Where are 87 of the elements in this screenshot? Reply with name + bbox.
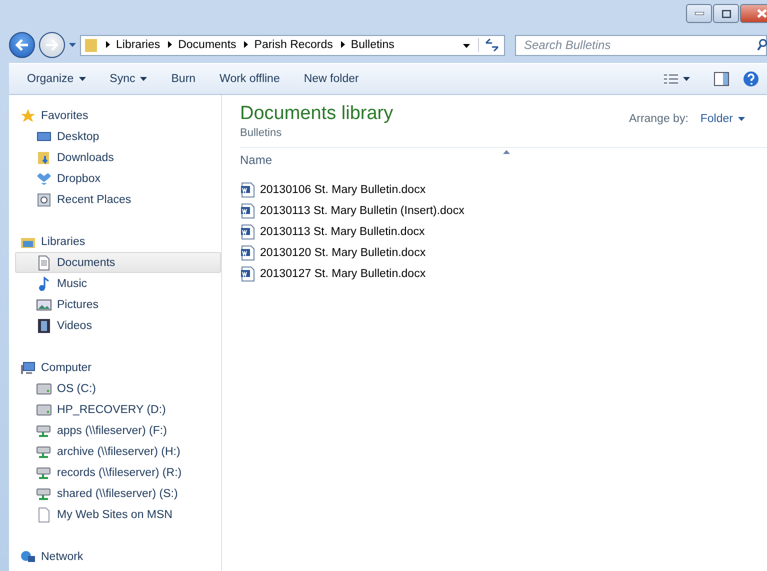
drive-icon <box>36 380 52 396</box>
maximize-icon <box>722 10 730 18</box>
dropbox-icon <box>36 170 52 186</box>
document-icon <box>240 266 256 282</box>
toolbar-button[interactable]: New folder <box>294 70 369 88</box>
sidebar-item[interactable]: archive (\\fileserver) (H:) <box>15 441 221 462</box>
sort-arrow-icon <box>503 150 510 154</box>
drive-icon <box>36 402 52 418</box>
sidebar-group[interactable]: Favorites <box>41 110 88 122</box>
network-icon <box>20 548 36 564</box>
chevron-icon <box>340 41 345 48</box>
column-header[interactable]: Name <box>240 153 272 167</box>
caret-icon <box>69 43 76 47</box>
sidebar-item[interactable]: Videos <box>15 315 221 336</box>
minimize-icon <box>694 12 704 15</box>
document-icon <box>240 202 256 218</box>
sidebar-item[interactable]: Pictures <box>15 294 221 315</box>
refresh-icon[interactable] <box>478 38 500 52</box>
caret-icon <box>738 117 745 121</box>
folder-icon <box>36 150 52 166</box>
document-icon <box>240 182 256 198</box>
sidebar-item[interactable]: Desktop <box>15 126 221 147</box>
star-icon <box>20 108 36 124</box>
network-drive-icon <box>36 464 52 480</box>
help-icon[interactable] <box>743 71 759 87</box>
search-field[interactable]: Search Bulletins <box>515 34 767 56</box>
breadcrumb[interactable]: Libraries <box>116 39 160 51</box>
folder-icon <box>84 37 98 53</box>
sidebar-item[interactable]: shared (\\fileserver) (S:) <box>15 483 221 504</box>
toolbar-button[interactable]: Sync <box>100 70 158 88</box>
back-button[interactable] <box>9 32 35 58</box>
forward-button[interactable] <box>39 32 65 58</box>
sidebar-item[interactable]: Recent Places <box>15 189 221 210</box>
breadcrumb[interactable]: Parish Records <box>254 39 333 51</box>
file-item[interactable]: 20130113 St. Mary Bulletin (Insert).docx <box>240 200 767 221</box>
sidebar-item[interactable]: OS (C:) <box>15 378 221 399</box>
network-drive-icon <box>36 486 52 502</box>
document-icon <box>240 224 256 240</box>
close-icon <box>756 9 766 18</box>
film-icon <box>36 318 52 334</box>
breadcrumb[interactable]: Documents <box>178 39 236 51</box>
caret-icon <box>140 77 148 81</box>
sidebar-item[interactable]: Music <box>15 273 221 294</box>
toolbar-button[interactable]: Burn <box>161 70 206 88</box>
toolbar-button[interactable]: Work offline <box>210 70 290 88</box>
minimize-button[interactable] <box>686 4 712 23</box>
sidebar-item[interactable]: Documents <box>15 252 221 273</box>
page-icon <box>36 506 52 522</box>
chevron-icon <box>244 41 248 48</box>
sidebar-group[interactable]: Computer <box>41 362 92 374</box>
network-drive-icon <box>36 422 52 438</box>
breadcrumb[interactable]: Bulletins <box>350 39 394 51</box>
preview-pane-icon <box>714 72 729 86</box>
forward-arrow-icon <box>45 39 59 51</box>
sidebar-item[interactable]: records (\\fileserver) (R:) <box>15 462 221 483</box>
sidebar-group[interactable]: Libraries <box>41 236 86 248</box>
maximize-button[interactable] <box>713 4 739 23</box>
back-arrow-icon <box>15 39 29 51</box>
file-item[interactable]: 20130127 St. Mary Bulletin.docx <box>240 263 767 284</box>
sidebar-item[interactable]: My Web Sites on MSN <box>15 504 221 525</box>
sidebar-item[interactable]: Downloads <box>15 147 221 168</box>
chevron-icon <box>168 41 172 48</box>
arrange-by-dropdown[interactable]: Folder <box>700 113 745 125</box>
sidebar-group[interactable]: Network <box>41 550 84 562</box>
library-subtitle: Bulletins <box>240 127 283 139</box>
toolbar-button[interactable]: Organize <box>17 70 96 88</box>
file-item[interactable]: 20130113 St. Mary Bulletin.docx <box>240 221 767 242</box>
library-title: Documents library <box>240 103 394 125</box>
document-icon <box>240 244 256 260</box>
view-list-icon <box>664 74 678 84</box>
sidebar-item[interactable]: apps (\\fileserver) (F:) <box>15 420 221 441</box>
recent-places-icon <box>36 192 52 208</box>
caret-icon <box>78 77 86 81</box>
document-icon <box>36 254 52 270</box>
picture-icon <box>36 296 52 312</box>
music-note-icon <box>36 276 52 292</box>
file-item[interactable]: 20130106 St. Mary Bulletin.docx <box>240 179 767 200</box>
caret-icon <box>683 77 690 81</box>
network-drive-icon <box>36 444 52 460</box>
sidebar-item[interactable]: HP_RECOVERY (D:) <box>15 399 221 420</box>
file-item[interactable]: 20130120 St. Mary Bulletin.docx <box>240 242 767 263</box>
sidebar-item[interactable]: Dropbox <box>15 168 221 189</box>
caret-icon <box>463 44 470 48</box>
arrange-by-label: Arrange by: <box>628 113 688 125</box>
computer-icon <box>20 360 36 376</box>
address-bar[interactable]: Libraries Documents Parish Records Bulletins <box>80 34 505 56</box>
chevron-icon <box>106 41 110 48</box>
